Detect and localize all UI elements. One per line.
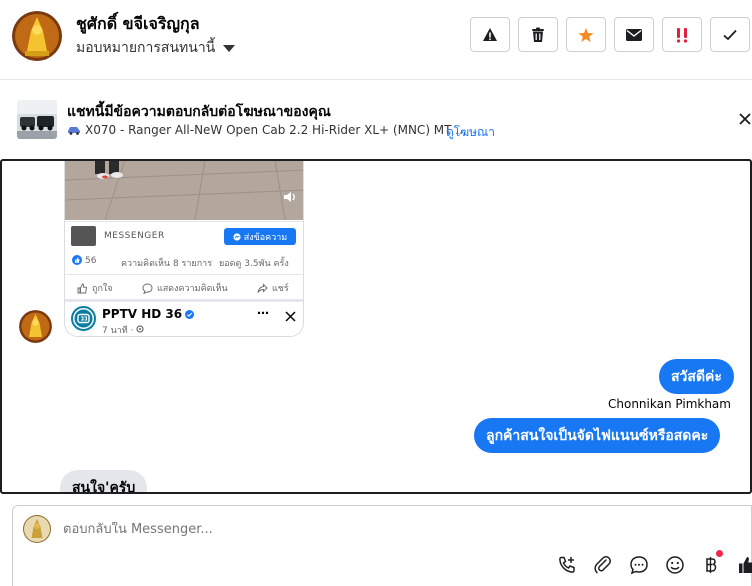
assign-conversation-dropdown[interactable]: มอบหมายการสนทนานี้ — [76, 37, 236, 59]
verified-badge-icon — [185, 309, 195, 319]
share-post-button[interactable]: แชร์ — [257, 281, 289, 295]
volume-icon[interactable] — [283, 191, 297, 203]
attach-button[interactable] — [591, 553, 615, 577]
spam-icon — [676, 27, 688, 43]
agent-avatar — [23, 515, 51, 543]
mark-done-button[interactable] — [710, 17, 750, 52]
comments-count[interactable]: ความคิดเห็น 8 รายการ — [121, 256, 212, 270]
ad-banner-title: แชทนี้มีข้อความตอบกลับต่อโฆษณาของคุณ — [67, 104, 331, 120]
comment-post-button[interactable]: แสดงความคิดเห็น — [142, 281, 228, 295]
envelope-icon — [626, 28, 642, 41]
reply-input[interactable] — [63, 522, 563, 537]
ad-thumbnail[interactable] — [17, 100, 57, 139]
saved-replies-button[interactable] — [627, 553, 651, 577]
chat-bubble-icon — [630, 556, 648, 575]
pptv-logo[interactable] — [71, 306, 96, 331]
like-reaction-icon — [72, 255, 82, 265]
outgoing-message-bubble[interactable]: ลูกค้าสนใจเป็นจัดไฟแนนซ์หรือสดคะ — [474, 418, 721, 453]
smiley-icon — [666, 556, 684, 574]
caret-down-icon — [223, 44, 236, 52]
warning-icon — [483, 27, 497, 41]
views-count: ยอดดู 3.5พัน ครั้ง — [219, 259, 289, 269]
hide-post-button[interactable] — [285, 307, 296, 326]
car-icon — [68, 127, 80, 135]
thumbs-up-icon — [739, 557, 752, 573]
close-banner-button[interactable] — [737, 111, 752, 127]
paperclip-icon — [594, 555, 612, 574]
messenger-cta-row: MESSENGER ส่งข้อความ — [65, 221, 303, 249]
messenger-icon — [233, 232, 241, 241]
post-time: 7 นาที · — [102, 323, 144, 336]
ad-reply-banner: แชทนี้มีข้อความตอบกลับต่อโฆษณาของคุณ X07… — [0, 80, 752, 158]
sender-name: Chonnikan Pimkham — [608, 397, 731, 411]
post-action-bar: ถูกใจ แสดงความคิดเห็น แชร์ — [65, 274, 303, 298]
post-header: PPTV HD 36 7 นาที · ⋯ — [65, 299, 303, 336]
messenger-label: MESSENGER — [104, 231, 165, 241]
phone-add-icon — [559, 556, 575, 573]
page-name[interactable]: PPTV HD 36 — [102, 307, 195, 321]
call-button[interactable] — [555, 553, 579, 577]
comment-icon — [142, 283, 153, 294]
baht-icon — [706, 557, 717, 573]
post-time-text: 7 นาที · — [102, 326, 134, 336]
checkmark-icon — [723, 29, 737, 40]
trash-icon — [532, 27, 544, 42]
like-post-button[interactable]: ถูกใจ — [77, 281, 113, 295]
ad-text: X070 - Ranger All-NeW Open Cab 2.2 Hi-Ri… — [85, 123, 467, 137]
assign-label: มอบหมายการสนทนานี้ — [76, 40, 216, 56]
delete-button[interactable] — [518, 17, 558, 52]
thumbs-up-icon — [77, 283, 88, 293]
post-video-preview[interactable] — [65, 161, 303, 221]
comment-label: แสดงความคิดเห็น — [157, 284, 228, 294]
notification-dot — [716, 550, 723, 557]
header-actions — [470, 17, 750, 52]
conversation-header: ชูศักดิ์ ขจีเจริญกุล มอบหมายการสนทนานี้ — [0, 0, 752, 80]
contact-name[interactable]: ชูศักดิ์ ขจีเจริญกุล — [76, 12, 200, 37]
outgoing-message-bubble[interactable]: สวัสดีค่ะ — [659, 359, 734, 394]
emoji-button[interactable] — [663, 553, 687, 577]
report-button[interactable] — [470, 17, 510, 52]
close-icon — [739, 113, 751, 125]
contact-avatar[interactable] — [12, 11, 62, 61]
view-ad-link[interactable]: ดูโฆษณา — [446, 123, 495, 142]
conversation-panel: ชูศักดิ์ ขจีเจริญกุล มอบหมายการสนทนานี้ — [0, 0, 752, 586]
contact-avatar-small[interactable] — [19, 310, 52, 343]
reply-composer — [12, 505, 752, 586]
incoming-message-bubble[interactable]: สนใจ'ครับ — [60, 470, 148, 492]
page-thumbnail — [71, 226, 96, 246]
like-label: ถูกใจ — [92, 284, 113, 294]
shared-post-card[interactable]: MESSENGER ส่งข้อความ 56 ความคิดเห็น 8 รา… — [64, 161, 304, 337]
composer-toolbar — [555, 550, 752, 577]
spam-button[interactable] — [662, 17, 702, 52]
reactions-count[interactable]: 56 — [85, 256, 96, 266]
post-stats: 56 ความคิดเห็น 8 รายการ ยอดดู 3.5พัน ครั… — [65, 252, 303, 272]
star-icon — [578, 27, 594, 42]
post-more-options-button[interactable]: ⋯ — [257, 306, 270, 320]
mark-unread-button[interactable] — [614, 17, 654, 52]
star-button[interactable] — [566, 17, 606, 52]
page-name-text: PPTV HD 36 — [102, 307, 183, 321]
send-like-button[interactable] — [735, 553, 752, 577]
share-icon — [257, 282, 268, 293]
message-thread[interactable]: MESSENGER ส่งข้อความ 56 ความคิดเห็น 8 รา… — [0, 159, 752, 494]
close-icon — [285, 311, 296, 322]
ad-description: X070 - Ranger All-NeW Open Cab 2.2 Hi-Ri… — [67, 123, 467, 137]
payment-button[interactable] — [699, 550, 723, 577]
privacy-gear-icon — [136, 325, 144, 333]
share-label: แชร์ — [272, 284, 289, 294]
send-message-button[interactable]: ส่งข้อความ — [224, 228, 296, 245]
send-message-label: ส่งข้อความ — [243, 232, 288, 243]
